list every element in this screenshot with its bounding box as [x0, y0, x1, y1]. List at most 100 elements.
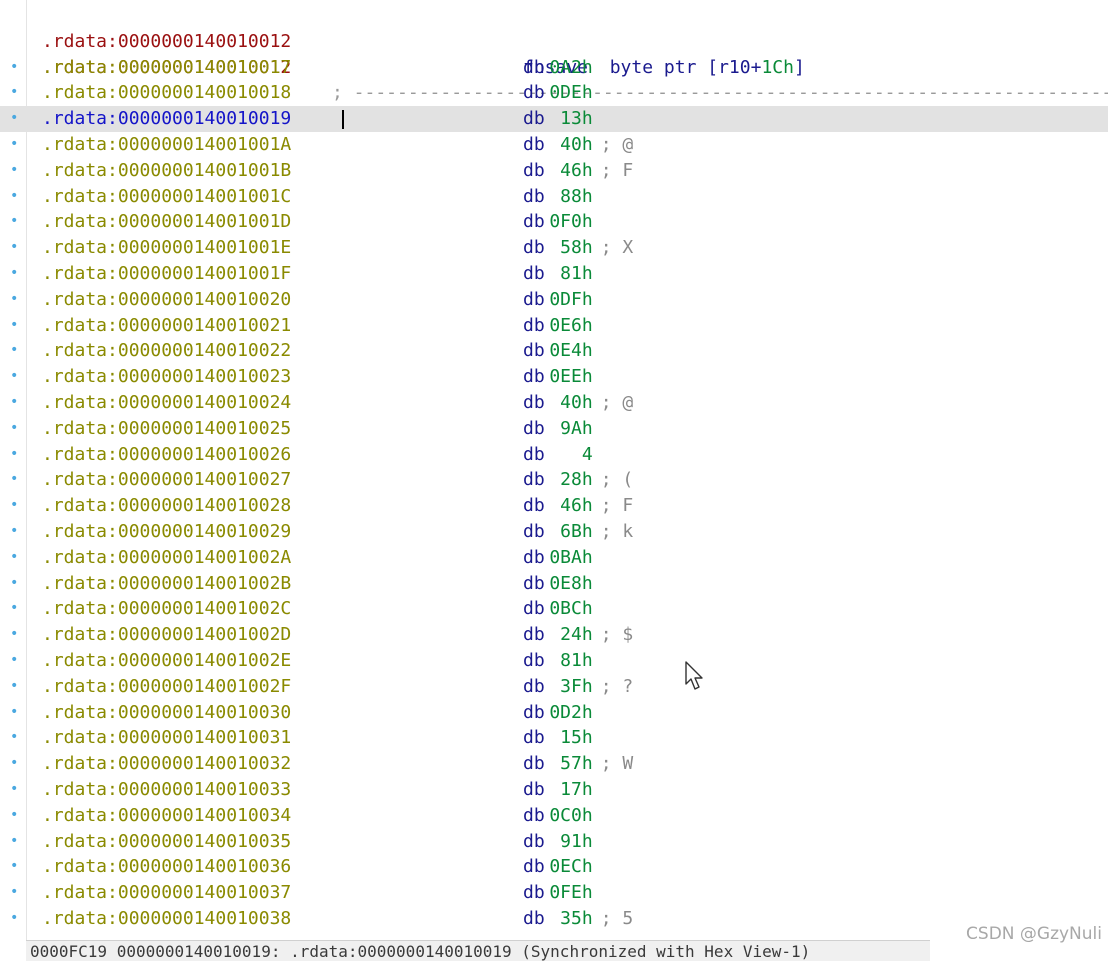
row-address[interactable]: .rdata:000000014001001F — [42, 261, 291, 287]
row-value[interactable]: 0FEh — [545, 880, 592, 906]
row-address[interactable]: .rdata:000000014001002B — [42, 571, 291, 597]
row-instruction[interactable]: db 0C0h — [523, 803, 593, 829]
row-address[interactable]: .rdata:0000000140010029 — [42, 519, 291, 545]
row-address[interactable]: .rdata:000000014001002F — [42, 674, 291, 700]
row-instruction[interactable]: db 40h ; @ — [523, 390, 633, 416]
row-instruction[interactable]: db 46h ; F — [523, 158, 633, 184]
listing-row[interactable]: • .rdata:0000000140010020 db 0DFh — [0, 287, 1108, 313]
row-address[interactable]: .rdata:0000000140010032 — [42, 751, 291, 777]
row-value[interactable]: 0D2h — [545, 700, 592, 726]
row-instruction[interactable]: db 9Ah — [523, 416, 593, 442]
row-address[interactable]: .rdata:0000000140010021 — [42, 313, 291, 339]
listing-row[interactable]: • .rdata:0000000140010025 db 9Ah — [0, 416, 1108, 442]
row-value[interactable]: 0E8h — [545, 571, 592, 597]
listing-row[interactable]: • .rdata:000000014001001C db 88h — [0, 184, 1108, 210]
row-value[interactable]: 3Fh — [545, 674, 593, 700]
listing-row[interactable]: • .rdata:000000014001001E db 58h ; X — [0, 235, 1108, 261]
row-instruction[interactable]: db 0DFh — [523, 287, 593, 313]
row-value[interactable]: 35h — [545, 906, 593, 932]
row-value[interactable]: 9Ah — [545, 416, 593, 442]
listing-row[interactable]: • .rdata:0000000140010017 db 0A2h — [0, 55, 1108, 81]
row-instruction[interactable]: db 13h — [523, 106, 593, 132]
row-value[interactable]: 0BCh — [545, 596, 592, 622]
row-address[interactable]: .rdata:0000000140010034 — [42, 803, 291, 829]
row-address[interactable]: .rdata:000000014001002A — [42, 545, 291, 571]
row-address[interactable]: .rdata:000000014001001B — [42, 158, 291, 184]
row-value[interactable]: 0E4h — [545, 338, 592, 364]
row-value[interactable]: 46h — [545, 493, 593, 519]
row-value[interactable]: 17h — [545, 777, 593, 803]
listing-row[interactable]: • .rdata:0000000140010024 db 40h ; @ — [0, 390, 1108, 416]
listing-row[interactable]: • .rdata:0000000140010021 db 0E6h — [0, 313, 1108, 339]
listing-row[interactable]: • .rdata:0000000140010036 db 0ECh — [0, 854, 1108, 880]
row-value[interactable]: 58h — [545, 235, 593, 261]
row-instruction[interactable]: db 17h — [523, 777, 593, 803]
row-instruction[interactable]: db 0EEh — [523, 364, 593, 390]
disassembly-listing[interactable]: .rdata:0000000140010012 fnsave byte ptr … — [0, 3, 1108, 932]
row-instruction[interactable]: db 58h ; X — [523, 235, 633, 261]
row-value[interactable]: 0DEh — [545, 80, 592, 106]
listing-row[interactable]: • .rdata:0000000140010035 db 91h — [0, 829, 1108, 855]
row-address[interactable]: .rdata:0000000140010017 — [42, 55, 291, 81]
row-value[interactable]: 0F0h — [545, 209, 592, 235]
row-value[interactable]: 0EEh — [545, 364, 592, 390]
row-value[interactable]: 81h — [545, 261, 593, 287]
row-value[interactable]: 0C0h — [545, 803, 592, 829]
row-value[interactable]: 46h — [545, 158, 593, 184]
row-instruction[interactable]: db 46h ; F — [523, 493, 633, 519]
row-value[interactable]: 0ECh — [545, 854, 592, 880]
row-address[interactable]: .rdata:0000000140010025 — [42, 416, 291, 442]
row-value[interactable]: 81h — [545, 648, 593, 674]
row-instruction[interactable]: db 0BCh — [523, 596, 593, 622]
row-address[interactable]: .rdata:000000014001001C — [42, 184, 291, 210]
row-value[interactable]: 28h — [545, 467, 593, 493]
row-instruction[interactable]: db 81h — [523, 648, 593, 674]
row-instruction[interactable]: db 88h — [523, 184, 593, 210]
row-instruction[interactable]: db 0E8h — [523, 571, 593, 597]
row-address[interactable]: .rdata:0000000140010031 — [42, 725, 291, 751]
row-instruction[interactable]: db 0FEh — [523, 880, 593, 906]
listing-row[interactable]: • .rdata:000000014001002F db 3Fh ; ? — [0, 674, 1108, 700]
row-value[interactable]: 15h — [545, 725, 593, 751]
listing-row[interactable]: • .rdata:000000014001002C db 0BCh — [0, 596, 1108, 622]
listing-row-separator[interactable]: .rdata:0000000140010012 ; --------------… — [0, 29, 1108, 104]
row-value[interactable]: 24h — [545, 622, 593, 648]
listing-row[interactable]: • .rdata:000000014001002D db 24h ; $ — [0, 622, 1108, 648]
row-address[interactable]: .rdata:000000014001002C — [42, 596, 291, 622]
row-address[interactable]: .rdata:000000014001001A — [42, 132, 291, 158]
row-instruction[interactable]: db 3Fh ; ? — [523, 674, 633, 700]
listing-row[interactable]: • .rdata:0000000140010031 db 15h — [0, 725, 1108, 751]
listing-row[interactable]: • .rdata:0000000140010030 db 0D2h — [0, 700, 1108, 726]
row-address[interactable]: .rdata:0000000140010024 — [42, 390, 291, 416]
row-address[interactable]: .rdata:0000000140010018 — [42, 80, 291, 106]
row-instruction[interactable]: db 4 — [523, 442, 593, 468]
row-value[interactable]: 40h — [545, 390, 593, 416]
row-value[interactable]: 13h — [545, 106, 593, 132]
row-address[interactable]: .rdata:000000014001001D — [42, 209, 291, 235]
listing-row[interactable]: • .rdata:0000000140010022 db 0E4h — [0, 338, 1108, 364]
listing-row[interactable]: • .rdata:0000000140010032 db 57h ; W — [0, 751, 1108, 777]
row-instruction[interactable]: db 40h ; @ — [523, 132, 633, 158]
row-value[interactable]: 4 — [545, 442, 593, 468]
row-address[interactable]: .rdata:0000000140010020 — [42, 287, 291, 313]
listing-row[interactable]: • .rdata:000000014001002E db 81h — [0, 648, 1108, 674]
row-value[interactable]: 88h — [545, 184, 593, 210]
row-address[interactable]: .rdata:0000000140010033 — [42, 777, 291, 803]
row-address[interactable]: .rdata:0000000140010035 — [42, 829, 291, 855]
row-instruction[interactable]: db 0ECh — [523, 854, 593, 880]
row-instruction[interactable]: db 57h ; W — [523, 751, 633, 777]
row-address[interactable]: .rdata:000000014001002D — [42, 622, 291, 648]
listing-row[interactable]: • .rdata:0000000140010018 db 0DEh — [0, 80, 1108, 106]
listing-row[interactable]: • .rdata:0000000140010028 db 46h ; F — [0, 493, 1108, 519]
row-instruction[interactable]: db 0F0h — [523, 209, 593, 235]
row-value[interactable]: 91h — [545, 829, 593, 855]
listing-row[interactable]: • .rdata:000000014001002A db 0BAh — [0, 545, 1108, 571]
row-value[interactable]: 40h — [545, 132, 593, 158]
listing-row[interactable]: • .rdata:000000014001001B db 46h ; F — [0, 158, 1108, 184]
listing-row[interactable]: • .rdata:000000014001001A db 40h ; @ — [0, 132, 1108, 158]
row-address[interactable]: .rdata:0000000140010037 — [42, 880, 291, 906]
listing-row[interactable]: • .rdata:0000000140010029 db 6Bh ; k — [0, 519, 1108, 545]
row-instruction[interactable]: db 0E4h — [523, 338, 593, 364]
row-instruction[interactable]: db 28h ; ( — [523, 467, 633, 493]
row-address[interactable]: .rdata:0000000140010019 — [42, 106, 291, 132]
